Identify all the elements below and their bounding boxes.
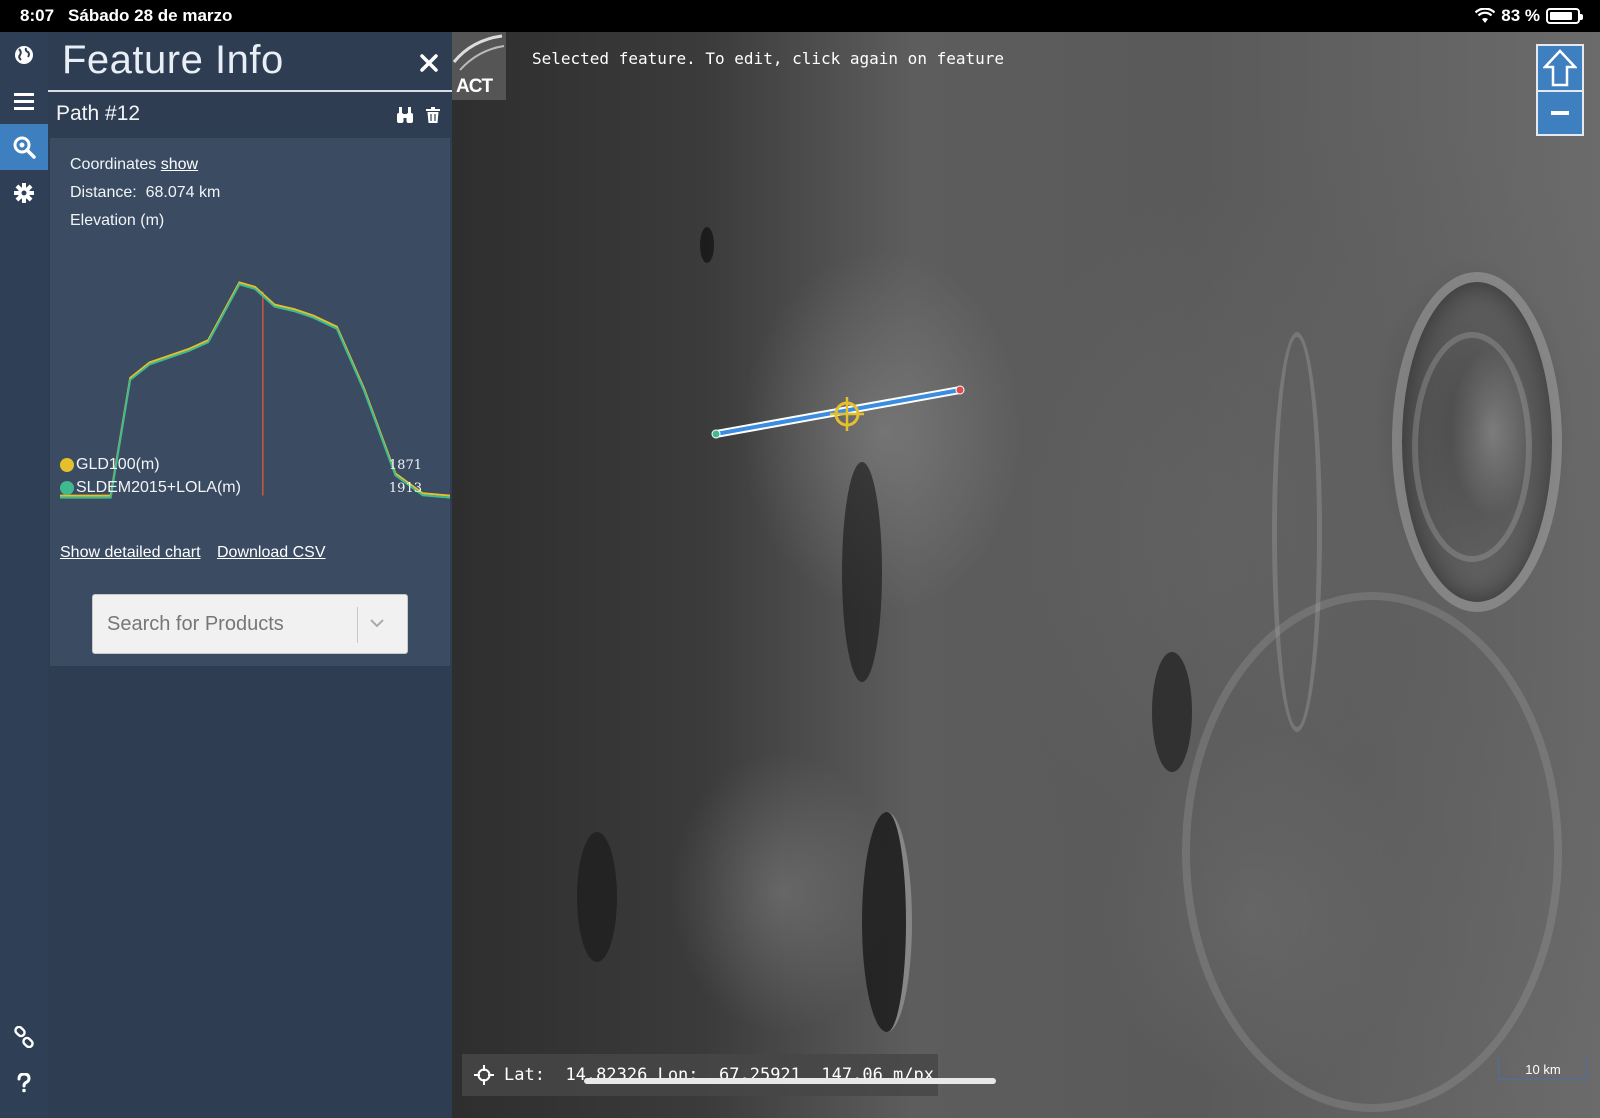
- chevron-down-icon[interactable]: [365, 611, 389, 635]
- path-start-point[interactable]: [711, 429, 721, 439]
- crater-shape: [577, 832, 617, 962]
- selection-toast: Selected feature. To edit, click again o…: [532, 49, 1005, 68]
- download-csv-link[interactable]: Download CSV: [217, 544, 326, 561]
- path-title: Path #12: [56, 102, 141, 125]
- legend-value-sldem2015: 1913: [388, 481, 422, 496]
- distance-value: 68.074 km: [145, 184, 221, 201]
- home-view-button[interactable]: [1536, 44, 1584, 92]
- link-button[interactable]: [0, 1014, 48, 1060]
- coordinates-row: Coordinates show: [70, 156, 198, 174]
- logo-text: ACT: [456, 76, 493, 97]
- show-detailed-chart-link[interactable]: Show detailed chart: [60, 544, 201, 561]
- trash-icon[interactable]: [426, 107, 440, 123]
- binoculars-icon[interactable]: [396, 106, 414, 124]
- minus-icon: [1551, 111, 1569, 115]
- distance-row: Distance: 68.074 km: [70, 184, 220, 202]
- crater-shape: [1182, 592, 1562, 1112]
- distance-label: Distance:: [70, 184, 137, 201]
- settings-button[interactable]: [0, 170, 48, 216]
- legend-dot-sldem2015: [60, 481, 74, 495]
- coordinates-bar: Lat: 14.82326 Lon: 67.25921 147.06 m/px: [462, 1054, 938, 1096]
- search-icon: [13, 136, 36, 159]
- elevation-chart[interactable]: [60, 270, 450, 510]
- search-separator: [357, 607, 358, 643]
- home-indicator[interactable]: [584, 1078, 996, 1084]
- battery-fill: [1550, 12, 1572, 20]
- path-end-point[interactable]: [955, 385, 965, 395]
- crater-shape: [1152, 652, 1192, 772]
- product-search-box[interactable]: [92, 594, 408, 654]
- legend-label-gld100: GLD100(m): [76, 456, 160, 473]
- sidebar-rail: [0, 32, 48, 1118]
- elevation-label: Elevation (m): [70, 212, 165, 229]
- panel-header: Feature Info: [48, 32, 452, 90]
- globe-button[interactable]: [0, 32, 48, 78]
- crater-shape: [842, 462, 882, 682]
- wifi-icon: [1475, 8, 1496, 23]
- gear-icon: [14, 183, 34, 203]
- status-bar: 8:07 Sábado 28 de marzo 83 %: [0, 0, 1600, 32]
- status-date: Sábado 28 de marzo: [68, 6, 233, 25]
- globe-icon: [15, 46, 33, 64]
- scale-bar: 10 km: [1498, 1058, 1588, 1080]
- help-icon: [17, 1073, 31, 1093]
- path-info-box: Coordinates show Distance: 68.074 km Ele…: [50, 138, 450, 586]
- panel-title: Feature Info: [62, 38, 284, 82]
- logo-swoosh-icon: [452, 34, 505, 71]
- zoom-out-button[interactable]: [1536, 92, 1584, 136]
- link-icon: [14, 1026, 34, 1048]
- legend-item-sldem2015: SLDEM2015+LOLA(m): [60, 479, 241, 497]
- crosshair-icon: [474, 1065, 494, 1085]
- legend-value-gld100: 1871: [388, 458, 422, 473]
- battery-percent: 83 %: [1501, 6, 1540, 25]
- crater-shape: [862, 812, 912, 1032]
- coordinates-label: Coordinates: [70, 156, 157, 173]
- product-search-input[interactable]: [93, 595, 355, 653]
- feature-info-panel: Feature Info Path #12 Coordinates show D…: [48, 32, 452, 1118]
- product-search-area: [50, 586, 450, 666]
- close-icon[interactable]: [418, 52, 440, 74]
- path-line[interactable]: [714, 388, 962, 436]
- legend-dot-gld100: [60, 458, 74, 472]
- home-arrow-icon: [1543, 49, 1577, 87]
- crosshair-marker[interactable]: [830, 397, 864, 431]
- act-logo: ACT: [452, 32, 506, 100]
- status-right: 83 %: [1475, 0, 1583, 32]
- lat-label: Lat:: [504, 1065, 545, 1085]
- status-time: 8:07: [20, 6, 55, 25]
- help-button[interactable]: [0, 1060, 48, 1106]
- crater-shape: [700, 227, 714, 263]
- feature-search-button[interactable]: [0, 124, 48, 170]
- path-header: Path #12: [48, 92, 452, 138]
- menu-button[interactable]: [0, 78, 48, 124]
- crater-shape: [1412, 332, 1532, 562]
- hamburger-icon: [14, 93, 34, 110]
- legend-item-gld100: GLD100(m): [60, 456, 160, 474]
- battery-icon: [1546, 8, 1583, 24]
- map-view[interactable]: ACT Selected feature. To edit, click aga…: [452, 32, 1600, 1118]
- coordinates-show-link[interactable]: show: [161, 156, 198, 173]
- chart-links: Show detailed chart Download CSV: [60, 544, 337, 562]
- legend-label-sldem2015: SLDEM2015+LOLA(m): [76, 479, 241, 496]
